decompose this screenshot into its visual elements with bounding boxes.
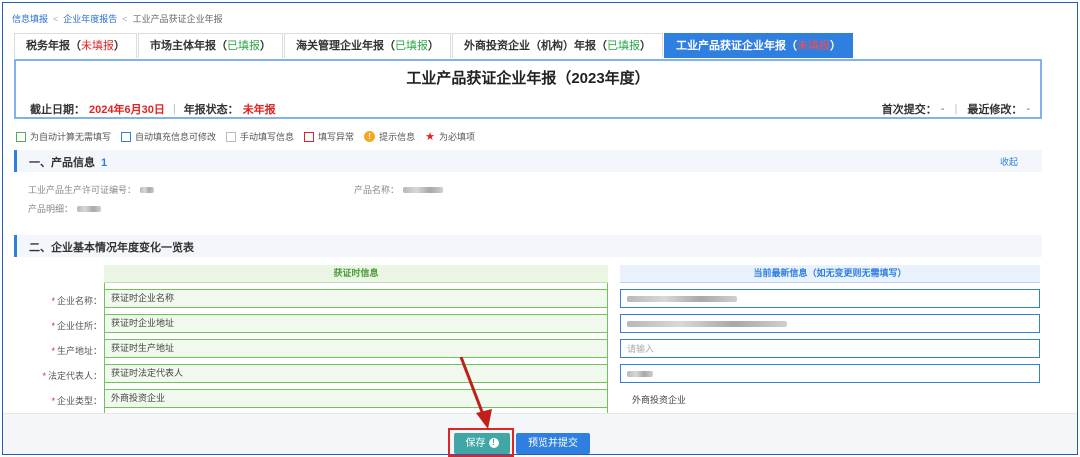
tab-market-entity-report[interactable]: 市场主体年报（已填报） (138, 33, 283, 58)
certified-company-type-field[interactable]: 外商投资企业 (104, 389, 608, 408)
info-icon: ! (364, 131, 376, 142)
legend-auto-calc: 为自动计算无需填写 (30, 132, 112, 142)
latest-legal-representative-input[interactable] (620, 364, 1040, 383)
redacted-value (627, 370, 653, 377)
certified-company-address-field[interactable]: 获证时企业地址 (104, 314, 608, 333)
row-label-text: 企业名称： (56, 296, 102, 306)
breadcrumb-separator: < (122, 13, 128, 24)
required-star-icon: * (51, 296, 55, 306)
legend-error: 填写异常 (318, 132, 355, 142)
collapse-button[interactable]: 收起 (1000, 155, 1018, 168)
breadcrumb-current: 工业产品获证企业年报 (132, 14, 223, 24)
product-detail-row: 产品明细： (28, 202, 102, 215)
tab-status: 已填报 (227, 40, 260, 52)
required-star-icon: * (51, 321, 55, 331)
status-value: 未年报 (242, 104, 276, 116)
deadline-value: 2024年6月30日 (89, 104, 165, 116)
tab-status: 未填报 (81, 40, 114, 52)
divider: | (172, 103, 176, 115)
breadcrumb-info-fill[interactable]: 信息填报 (12, 12, 48, 25)
legend-blue-box-icon (121, 131, 132, 142)
legend-required: 为必填项 (438, 132, 475, 142)
save-button[interactable]: 保存! (454, 433, 510, 454)
required-star-icon: * (51, 396, 55, 406)
certified-company-name-field[interactable]: 获证时企业名称 (104, 289, 608, 308)
section-product-info: 一、产品信息 1 收起 (14, 150, 1042, 172)
breadcrumb-annual-report[interactable]: 企业年度报告 (63, 12, 117, 25)
report-timestamps: 首次提交： - | 最近修改： - (882, 101, 1030, 117)
breadcrumb-separator: < (53, 13, 59, 24)
section-company-changes: 二、企业基本情况年度变化一览表 (14, 235, 1042, 257)
report-tabs: 税务年报（未填报） 市场主体年报（已填报） 海关管理企业年报（已填报） 外商投资… (14, 33, 854, 58)
product-detail-label: 产品明细： (28, 204, 74, 214)
section-title: 二、企业基本情况年度变化一览表 (29, 242, 194, 254)
row-label-text: 法定代表人： (47, 371, 102, 381)
redacted-value (627, 320, 787, 327)
field-legend: 为自动计算无需填写 自动填充信息可修改 手动填写信息 填写异常 ! 提示信息 ★… (16, 130, 475, 143)
legend-green-box-icon (16, 131, 26, 142)
row-label-company-address: * 企业住所： (51, 319, 102, 332)
latest-company-type-value: 外商投资企业 (632, 395, 687, 405)
report-header: 工业产品获证企业年报（2023年度） 截止日期： 2024年6月30日 | 年报… (14, 59, 1042, 119)
license-number-label: 工业产品生产许可证编号： (28, 185, 137, 195)
legend-manual: 手动填写信息 (240, 132, 295, 142)
redacted-value (627, 295, 737, 302)
redacted-value (77, 205, 102, 212)
breadcrumb: 信息填报 < 企业年度报告 < 工业产品获证企业年报 (12, 12, 223, 25)
section-title-text: 一、产品信息 (29, 157, 95, 169)
tab-label: 海关管理企业年报 (296, 40, 384, 52)
required-star-icon: * (42, 371, 46, 381)
divider: | (954, 103, 958, 115)
latest-company-address-input[interactable] (620, 314, 1040, 333)
col-header-latest-info: 当前最新信息（如无变更则无需填写） (620, 265, 1040, 283)
last-modified-value: - (1026, 103, 1030, 115)
report-title: 工业产品获证企业年报（2023年度） (406, 70, 650, 87)
col-header-certified-info: 获证时信息 (104, 265, 608, 283)
row-label-company-name: * 企业名称： (51, 294, 102, 307)
legend-red-box-icon (304, 131, 315, 142)
row-label-text: 企业住所： (56, 321, 102, 331)
tab-status: 已填报 (607, 40, 640, 52)
row-label-text: 企业类型： (56, 396, 102, 406)
tab-status: 已填报 (395, 40, 428, 52)
row-label-production-address: * 生产地址： (51, 344, 102, 357)
tab-status: 未填报 (797, 40, 830, 52)
deadline-label: 截止日期： (30, 104, 85, 116)
status-label: 年报状态： (183, 104, 239, 116)
latest-company-name-input[interactable] (620, 289, 1040, 308)
row-label-legal-representative: * 法定代表人： (42, 369, 102, 382)
product-name-label: 产品名称： (354, 185, 400, 195)
legend-hint: 提示信息 (379, 132, 416, 142)
required-star-icon: ★ (425, 131, 435, 143)
tab-label: 外商投资企业（机构）年报 (464, 40, 596, 52)
section-count: 1 (101, 157, 108, 169)
legend-gray-box-icon (226, 131, 237, 142)
required-star-icon: * (51, 346, 55, 356)
report-meta: 截止日期： 2024年6月30日 | 年报状态： 未年报 (30, 101, 276, 117)
redacted-value (140, 186, 155, 193)
info-icon: ! (488, 438, 499, 449)
tab-customs-report[interactable]: 海关管理企业年报（已填报） (284, 33, 451, 58)
product-name-row: 产品名称： (354, 183, 444, 196)
certified-legal-representative-field[interactable]: 获证时法定代表人 (104, 364, 608, 383)
row-label-company-type: * 企业类型： (51, 394, 102, 407)
preview-submit-button[interactable]: 预览并提交 (516, 433, 590, 454)
tab-tax-report[interactable]: 税务年报（未填报） (14, 33, 137, 58)
first-submit-label: 首次提交： (881, 104, 937, 116)
first-submit-value: - (940, 103, 945, 115)
tab-industrial-product-report[interactable]: 工业产品获证企业年报（未填报） (664, 33, 853, 58)
tab-label: 市场主体年报 (150, 40, 216, 52)
row-label-text: 生产地址： (56, 346, 102, 356)
save-button-label: 保存 (465, 438, 486, 449)
legend-auto-fill: 自动填充信息可修改 (135, 132, 217, 142)
redacted-value (403, 186, 444, 193)
tab-label: 税务年报 (26, 40, 70, 52)
latest-production-address-input[interactable]: 请输入 (620, 339, 1040, 358)
tab-label: 工业产品获证企业年报 (676, 40, 786, 52)
license-number-row: 工业产品生产许可证编号： (28, 183, 155, 196)
tab-foreign-investment-report[interactable]: 外商投资企业（机构）年报（已填报） (452, 33, 663, 58)
certified-production-address-field[interactable]: 获证时生产地址 (104, 339, 608, 358)
last-modified-label: 最近修改： (967, 104, 1023, 116)
section-title: 一、产品信息 1 (29, 154, 107, 170)
